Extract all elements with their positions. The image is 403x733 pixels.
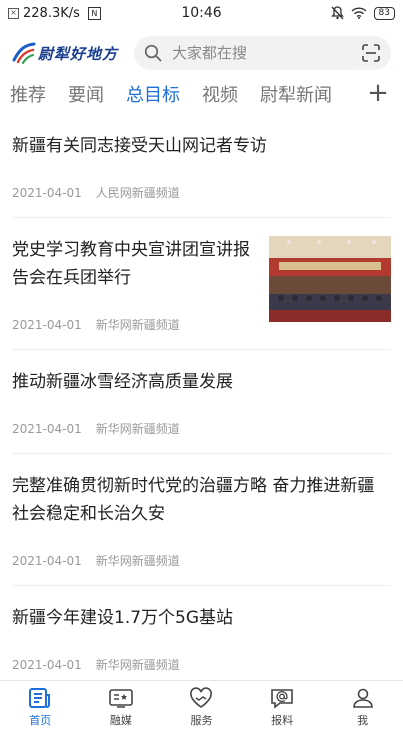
close-notification-icon: × <box>8 7 19 19</box>
news-source: 新华网新疆频道 <box>95 554 180 568</box>
news-title: 推动新疆冰雪经济高质量发展 <box>12 372 233 392</box>
report-chat-icon <box>271 688 293 709</box>
heart-hands-icon <box>190 686 213 708</box>
logo-mark-icon <box>12 42 36 64</box>
news-meta: 2021-04-01 新华网新疆频道 <box>12 396 391 453</box>
search-input[interactable] <box>170 43 361 63</box>
news-source: 新华网新疆频道 <box>95 422 180 436</box>
news-date: 2021-04-01 <box>12 422 82 436</box>
media-icon <box>109 688 133 708</box>
news-item[interactable]: 推动新疆冰雪经济高质量发展 2021-04-01 新华网新疆频道 <box>12 350 391 454</box>
tab-headlines[interactable]: 要闻 <box>68 81 104 107</box>
news-source: 新华网新疆频道 <box>95 658 180 672</box>
nav-home-label: 首页 <box>29 713 52 727</box>
category-tabs: 推荐 要闻 总目标 视频 尉犁新闻 + <box>0 74 403 114</box>
bottom-nav: 首页 融媒 服务 报料 我 <box>0 680 403 733</box>
news-date: 2021-04-01 <box>12 318 82 332</box>
news-item[interactable]: 完整准确贯彻新时代党的治疆方略 奋力推进新疆社会稳定和长治久安 2021-04-… <box>12 454 391 586</box>
tab-yuli-news[interactable]: 尉犁新闻 <box>260 81 332 107</box>
news-title: 新疆有关同志接受天山网记者专访 <box>12 136 267 156</box>
news-title: 完整准确贯彻新时代党的治疆方略 奋力推进新疆社会稳定和长治久安 <box>12 476 375 524</box>
scan-icon[interactable] <box>361 43 381 63</box>
news-date: 2021-04-01 <box>12 658 82 672</box>
news-item[interactable]: 新疆今年建设1.7万个5G基站 2021-04-01 新华网新疆频道 <box>12 586 391 690</box>
app-header: 尉犁好地方 <box>0 26 403 74</box>
news-date: 2021-04-01 <box>12 186 82 200</box>
nav-media-label: 融媒 <box>109 713 132 727</box>
status-right: 83 <box>330 6 395 20</box>
logo-text: 尉犁好地方 <box>38 44 119 63</box>
news-meta: 2021-04-01 新华网新疆频道 <box>12 292 259 349</box>
news-title: 党史学习教育中央宣讲团宣讲报告会在兵团举行 <box>12 240 250 288</box>
nav-home[interactable]: 首页 <box>0 681 81 733</box>
nav-profile-label: 我 <box>357 713 369 727</box>
add-tab-icon[interactable]: + <box>359 74 397 114</box>
mute-icon <box>330 6 344 20</box>
battery-icon: 83 <box>373 6 395 20</box>
news-item[interactable]: 党史学习教育中央宣讲团宣讲报告会在兵团举行 2021-04-01 新华网新疆频道 <box>12 218 391 350</box>
home-news-icon <box>29 687 51 708</box>
news-source: 人民网新疆频道 <box>95 186 180 200</box>
wifi-icon <box>351 7 367 19</box>
user-icon <box>352 688 373 708</box>
status-bar: × 228.3K/s N 10:46 83 <box>0 0 403 26</box>
news-source: 新华网新疆频道 <box>95 318 180 332</box>
nav-report-label: 报料 <box>271 713 294 727</box>
tab-video[interactable]: 视频 <box>202 81 238 107</box>
nav-services-label: 服务 <box>190 713 213 727</box>
news-thumbnail <box>269 236 391 322</box>
news-date: 2021-04-01 <box>12 554 82 568</box>
nav-media[interactable]: 融媒 <box>81 681 162 733</box>
news-meta: 2021-04-01 人民网新疆频道 <box>12 160 391 217</box>
status-left: × 228.3K/s N <box>8 6 101 21</box>
tab-general-goal[interactable]: 总目标 <box>126 81 180 107</box>
search-icon <box>144 44 162 62</box>
nav-report[interactable]: 报料 <box>242 681 323 733</box>
news-title: 新疆今年建设1.7万个5G基站 <box>12 608 234 628</box>
news-list: 新疆有关同志接受天山网记者专访 2021-04-01 人民网新疆频道 党史学习教育… <box>0 114 403 690</box>
network-speed: 228.3K/s <box>23 5 80 21</box>
app-logo: 尉犁好地方 <box>12 42 118 64</box>
news-item[interactable]: 新疆有关同志接受天山网记者专访 2021-04-01 人民网新疆频道 <box>12 114 391 218</box>
search-bar[interactable] <box>134 36 391 70</box>
news-meta: 2021-04-01 新华网新疆频道 <box>12 528 391 585</box>
n-badge-icon: N <box>87 6 101 20</box>
tab-recommend[interactable]: 推荐 <box>10 81 46 107</box>
nav-profile[interactable]: 我 <box>322 681 403 733</box>
nav-services[interactable]: 服务 <box>161 681 242 733</box>
